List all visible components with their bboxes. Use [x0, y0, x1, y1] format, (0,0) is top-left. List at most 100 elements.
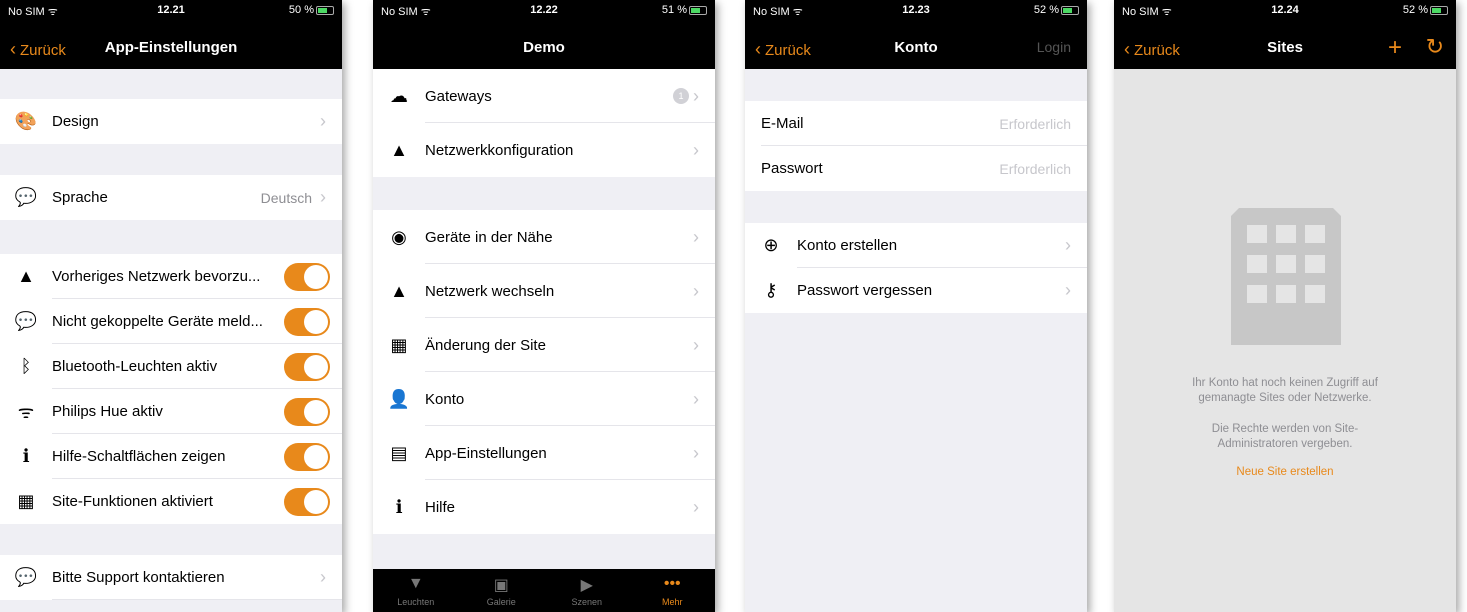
sliders-icon: ▤ [390, 442, 408, 463]
battery-percent: 51 % [661, 4, 687, 16]
chevron-right-icon: › [693, 496, 699, 517]
create-site-link[interactable]: Neue Site erstellen [1114, 466, 1456, 478]
password-field-row: Passwort [745, 146, 1087, 191]
row-label: Passwort vergessen [797, 282, 933, 299]
row-label: Gateways [425, 87, 492, 105]
tab-szenen[interactable]: ▶ Szenen [544, 569, 630, 612]
battery-percent: 52 % [1033, 4, 1059, 16]
empty-message: Ihr Konto hat noch keinen Zugriff auf ge… [1134, 376, 1436, 406]
row-label: Netzwerk wechseln [425, 282, 555, 300]
row-label: Änderung der Site [425, 336, 546, 354]
page-title: Konto [894, 39, 938, 56]
row-unpaired-devices: 💬 Nicht gekoppelte Geräte meld... [0, 299, 342, 344]
password-field[interactable] [931, 160, 1071, 177]
battery-percent: 52 % [1402, 4, 1428, 16]
header: No SIM ᯤ 12.23 52 % ‹ Zurück Konto Login [745, 0, 1087, 69]
status-bar: No SIM ᯤ 12.24 52 % [1122, 4, 1448, 20]
row-support[interactable]: 💬 Bitte Support kontaktieren › [0, 555, 342, 600]
row-label: Bluetooth-Leuchten aktiv [52, 358, 218, 375]
battery-icon [689, 5, 707, 15]
nav-bar: ‹ Zurück Sites + ↻ [1114, 30, 1456, 64]
field-label: E-Mail [761, 115, 804, 132]
location-arrow-icon: ▲ [390, 280, 408, 301]
empty-line: Administratoren vergeben. [1217, 438, 1353, 450]
row-label: Konto [425, 390, 465, 408]
toggle-switch[interactable] [284, 262, 330, 291]
row-label: Vorheriges Netzwerk bevorzu... [52, 268, 261, 285]
empty-line: Ihr Konto hat noch keinen Zugriff auf [1192, 377, 1378, 389]
screen-account: No SIM ᯤ 12.23 52 % ‹ Zurück Konto Login … [745, 0, 1087, 612]
row-label: Konto erstellen [797, 237, 898, 254]
row-nearby-devices[interactable]: ◉ Geräte in der Nähe › [373, 210, 715, 264]
row-value: Deutsch [260, 189, 312, 206]
row-network-config[interactable]: ▲ Netzwerkkonfiguration › [373, 123, 715, 177]
toggle-switch[interactable] [284, 352, 330, 381]
field-label: Passwort [761, 160, 823, 177]
row-switch-network[interactable]: ▲ Netzwerk wechseln › [373, 264, 715, 318]
chevron-right-icon: › [1065, 235, 1071, 255]
speech-bubble-icon: 💬 [14, 187, 38, 207]
row-forgot-password[interactable]: ⚷ Passwort vergessen › [745, 268, 1087, 313]
tab-label: Szenen [571, 597, 603, 607]
row-help[interactable]: ℹ Hilfe › [373, 480, 715, 534]
info-icon: ℹ [22, 446, 30, 466]
clock: 12.23 [902, 4, 930, 16]
row-change-site[interactable]: ▦ Änderung der Site › [373, 318, 715, 372]
toggle-switch[interactable] [284, 307, 330, 336]
chevron-right-icon: › [693, 334, 699, 355]
tab-galerie[interactable]: ▣ Galerie [459, 569, 545, 612]
clock: 12.21 [157, 4, 185, 16]
nav-bar: ‹ Zurück Konto Login [745, 30, 1087, 64]
login-button[interactable]: Login [1037, 39, 1071, 55]
row-label: Design [52, 113, 99, 130]
row-help-buttons: ℹ Hilfe-Schaltflächen zeigen [0, 434, 342, 479]
chevron-right-icon: › [693, 85, 699, 106]
speech-bubble-icon: 💬 [14, 567, 38, 587]
chevron-right-icon: › [320, 111, 326, 131]
row-label: Nicht gekoppelte Geräte meld... [52, 313, 263, 330]
row-gateways[interactable]: ☁ Gateways 1 › [373, 69, 715, 123]
gallery-icon: ▣ [493, 577, 509, 594]
chevron-right-icon: › [693, 442, 699, 463]
row-label: Bitte Support kontaktieren [52, 569, 225, 586]
battery-icon [1430, 5, 1448, 15]
clock: 12.22 [530, 4, 558, 16]
refresh-icon[interactable]: ↻ [1426, 34, 1444, 60]
row-app-settings[interactable]: ▤ App-Einstellungen › [373, 426, 715, 480]
row-label: Sprache [52, 189, 108, 206]
row-create-account[interactable]: ⊕ Konto erstellen › [745, 223, 1087, 268]
empty-line: Die Rechte werden von Site- [1211, 423, 1359, 435]
info-icon: ℹ [395, 496, 403, 517]
row-sprache[interactable]: 💬 Sprache Deutsch › [0, 175, 342, 220]
page-title: App-Einstellungen [104, 39, 238, 56]
chevron-right-icon: › [693, 139, 699, 160]
bluetooth-icon: ᛒ [20, 356, 32, 376]
wifi-icon: ᯤ [17, 401, 35, 422]
location-arrow-icon: ▲ [390, 139, 408, 160]
toggle-switch[interactable] [284, 487, 330, 516]
row-design[interactable]: 🎨 Design › [0, 99, 342, 144]
battery-indicator: 50 % [289, 4, 334, 16]
screen-sites: No SIM ᯤ 12.24 52 % ‹ Zurück Sites + ↻ Ih… [1114, 0, 1456, 612]
battery-icon [1061, 5, 1079, 15]
email-field-row: E-Mail [745, 101, 1087, 146]
screen-app-settings: No SIM ᯤ 12.21 50 % ‹ Zurück App-Einstell… [0, 0, 342, 612]
row-label: App-Einstellungen [425, 444, 547, 462]
row-label: Geräte in der Nähe [425, 228, 553, 246]
toggle-switch[interactable] [284, 397, 330, 426]
rights-message: Die Rechte werden von Site- Administrato… [1134, 422, 1436, 452]
toggle-switch[interactable] [284, 442, 330, 471]
tab-label: Mehr [661, 597, 683, 607]
tab-leuchten[interactable]: ▼ Leuchten [373, 569, 459, 612]
clock: 12.24 [1271, 4, 1299, 16]
plus-icon[interactable]: + [1388, 34, 1402, 62]
separator [52, 599, 342, 600]
nav-bar: ‹ Zurück App-Einstellungen [0, 30, 342, 64]
row-account[interactable]: 👤 Konto › [373, 372, 715, 426]
status-bar: No SIM ᯤ 12.23 52 % [753, 4, 1079, 20]
tab-mehr[interactable]: ••• Mehr [630, 569, 716, 612]
email-field[interactable] [931, 115, 1071, 132]
tab-label: Galerie [486, 597, 516, 607]
building-icon: ▦ [17, 491, 35, 511]
battery-indicator: 52 % [1034, 4, 1079, 16]
